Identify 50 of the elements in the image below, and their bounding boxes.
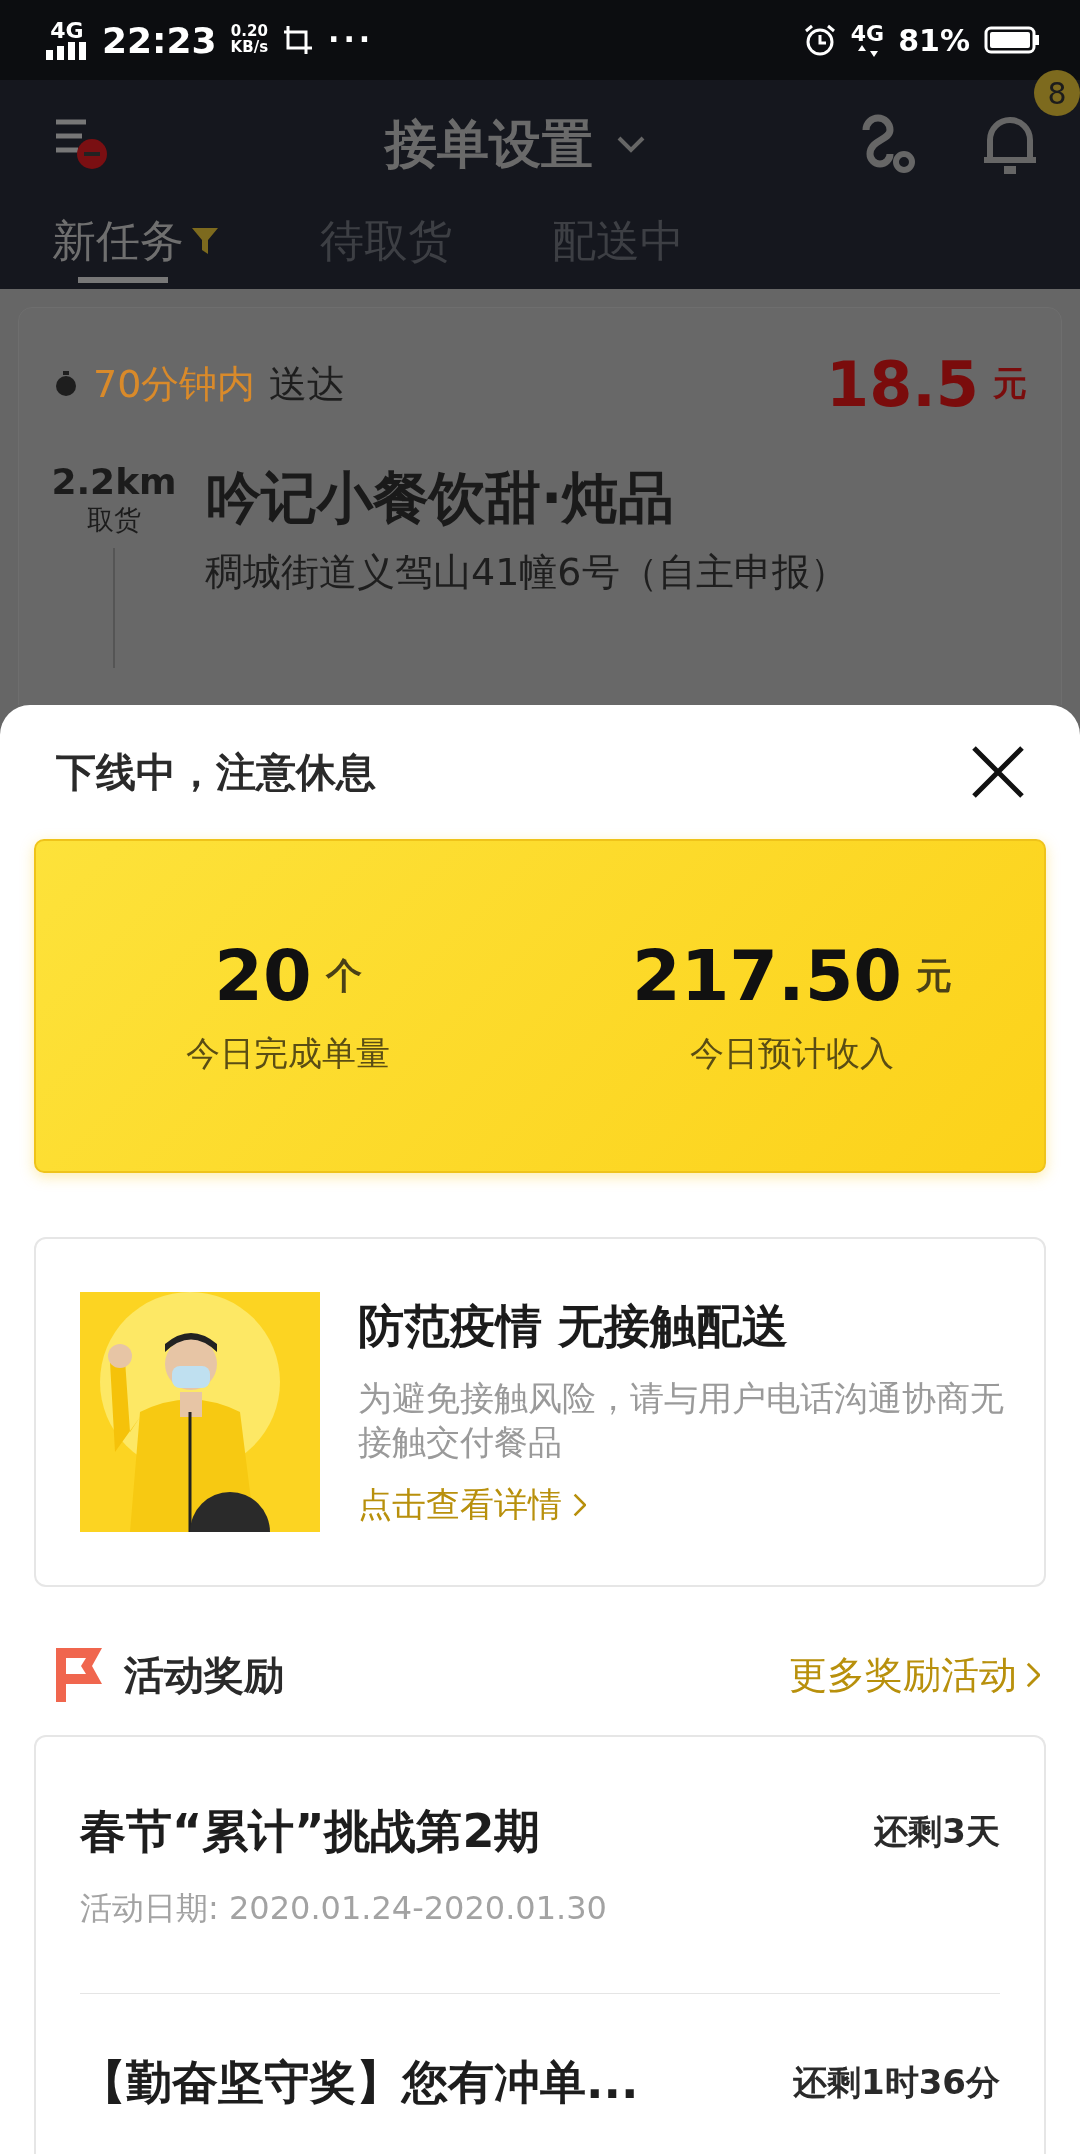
- rewards-title: 活动奖励: [124, 1650, 284, 1700]
- promo-text: 为避免接触风险，请与用户电话沟通协商无接触交付餐品: [358, 1376, 1004, 1464]
- tab[interactable]: 新任务: [52, 210, 220, 289]
- stat-label: 今日预计收入: [690, 1032, 894, 1075]
- reward-item[interactable]: 【勤奋坚守奖】您有冲单... 还剩1时36分: [80, 1994, 1000, 2154]
- reward-remaining: 还剩1时36分: [793, 2061, 1000, 2104]
- close-button[interactable]: [970, 744, 1026, 800]
- more-rewards-link[interactable]: 更多奖励活动: [788, 1649, 1040, 1701]
- reward-item[interactable]: 春节“累计”挑战第2期 还剩3天 活动日期: 2020.01.24-2020.01.30: [80, 1737, 1000, 1994]
- signal-icon: [46, 42, 88, 61]
- price-unit: 元: [993, 362, 1027, 406]
- stat-unit: 个: [325, 953, 362, 998]
- details-link[interactable]: 点击查看详情: [358, 1482, 1004, 1529]
- chevron-down-icon[interactable]: [617, 136, 645, 155]
- delivery-time: 70分钟内: [93, 360, 256, 408]
- stat-value: 20: [214, 935, 312, 1017]
- reward-title: 春节“累计”挑战第2期: [80, 1803, 541, 1860]
- promo-title: 防范疫情 无接触配送: [358, 1297, 789, 1355]
- speed-value: 0.20: [230, 24, 268, 41]
- reward-date: 活动日期: 2020.01.24-2020.01.30: [80, 1888, 608, 1929]
- flag-icon: [56, 1648, 104, 1702]
- shop-name: 吟记小餐饮甜·炖品: [205, 463, 676, 532]
- sheet-title: 下线中，注意休息: [56, 747, 376, 797]
- network-label: 4G: [850, 23, 885, 46]
- stat-unit: 元: [916, 953, 953, 998]
- delivery-label: 送达: [269, 360, 346, 408]
- order-price: 18.5: [826, 347, 979, 421]
- chevron-right-icon: [1024, 1661, 1040, 1689]
- stopwatch-icon: [53, 370, 79, 399]
- shop-address: 稠城街道义驾山41幢6号（自主申报）: [205, 548, 848, 596]
- screenshot-icon: [282, 24, 315, 57]
- notification-badge: 8: [1034, 70, 1080, 117]
- stat-value: 217.50: [631, 935, 903, 1017]
- data-arrows-icon: [856, 45, 879, 58]
- promo-card[interactable]: 防范疫情 无接触配送 为避免接触风险，请与用户电话沟通协商无接触交付餐品 点击查看详情: [34, 1237, 1046, 1587]
- header-title[interactable]: 接单设置: [385, 110, 593, 181]
- chevron-right-icon: [572, 1492, 587, 1519]
- pickup-distance: 2.2km: [51, 460, 177, 502]
- reward-title: 【勤奋坚守奖】您有冲单...: [80, 2054, 639, 2111]
- clock-time: 22:23: [102, 19, 217, 61]
- reward-remaining: 还剩3天: [874, 1810, 1000, 1853]
- filter-icon[interactable]: [190, 226, 220, 257]
- alarm-icon: [802, 23, 837, 58]
- more-dots: ···: [328, 25, 375, 56]
- stat-label: 今日完成单量: [186, 1032, 390, 1075]
- battery-percent: 81%: [898, 22, 970, 58]
- network-label: 4G: [50, 20, 84, 43]
- speed-unit: KB/s: [230, 40, 269, 56]
- pickup-label: 取货: [87, 502, 141, 537]
- battery-icon: [984, 26, 1040, 55]
